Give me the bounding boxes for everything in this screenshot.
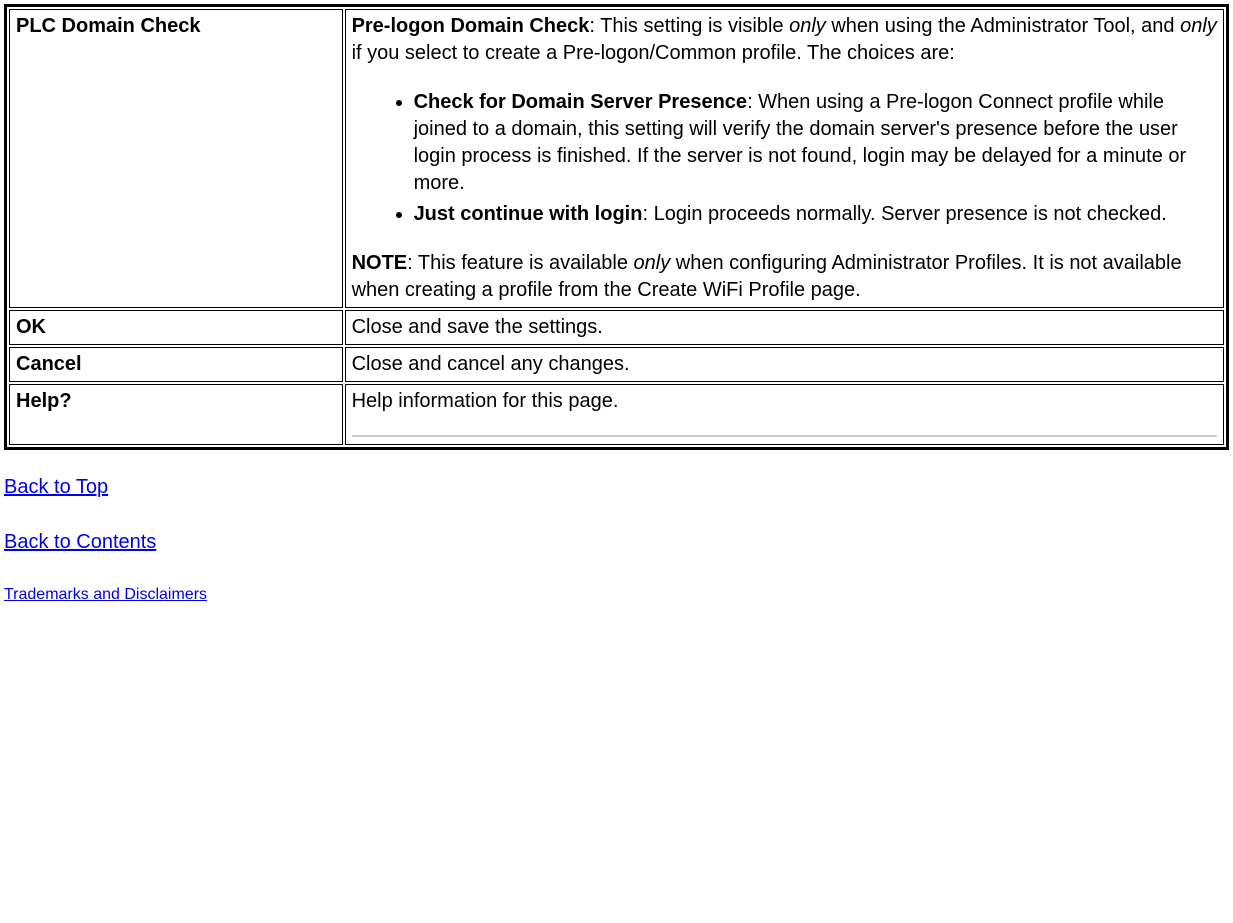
help-text: Help information for this page. [352,390,619,412]
bullet-title-0: Check for Domain Server Presence [414,91,748,113]
row-label-ok: OK [9,310,343,345]
intro-seg3: if you select to create a Pre-logon/Comm… [352,42,955,64]
table-row: PLC Domain Check Pre-logon Domain Check:… [9,9,1224,308]
intro-seg2: when using the Administrator Tool, and [826,15,1180,37]
row-label-help: Help? [9,384,343,445]
settings-table: PLC Domain Check Pre-logon Domain Check:… [4,4,1229,450]
note-seg1: : This feature is available [407,252,633,274]
note-only: only [634,252,671,274]
back-to-top-link[interactable]: Back to Top [4,476,108,498]
list-item: Check for Domain Server Presence: When u… [414,89,1217,197]
intro-bold: Pre-logon Domain Check [352,15,590,37]
bullet-text-1: : Login proceeds normally. Server presen… [642,203,1166,225]
back-to-contents-link[interactable]: Back to Contents [4,531,156,553]
row-label-cancel: Cancel [9,347,343,382]
table-row: OK Close and save the settings. [9,310,1224,345]
row-label-plc: PLC Domain Check [9,9,343,308]
footer-links: Back to Top Back to Contents Trademarks … [4,474,1229,606]
row-desc-ok: Close and save the settings. [345,310,1224,345]
intro-only1: only [789,15,826,37]
intro-only2: only [1180,15,1217,37]
row-desc-help: Help information for this page. [345,384,1224,445]
intro-seg1: : This setting is visible [589,15,789,37]
table-row: Cancel Close and cancel any changes. [9,347,1224,382]
list-item: Just continue with login: Login proceeds… [414,201,1217,228]
note-bold: NOTE [352,252,408,274]
divider [352,435,1217,437]
table-row: Help? Help information for this page. [9,384,1224,445]
row-desc-cancel: Close and cancel any changes. [345,347,1224,382]
row-desc-plc: Pre-logon Domain Check: This setting is … [345,9,1224,308]
bullet-list: Check for Domain Server Presence: When u… [352,89,1217,228]
bullet-title-1: Just continue with login [414,203,643,225]
trademarks-link[interactable]: Trademarks and Disclaimers [4,586,207,603]
